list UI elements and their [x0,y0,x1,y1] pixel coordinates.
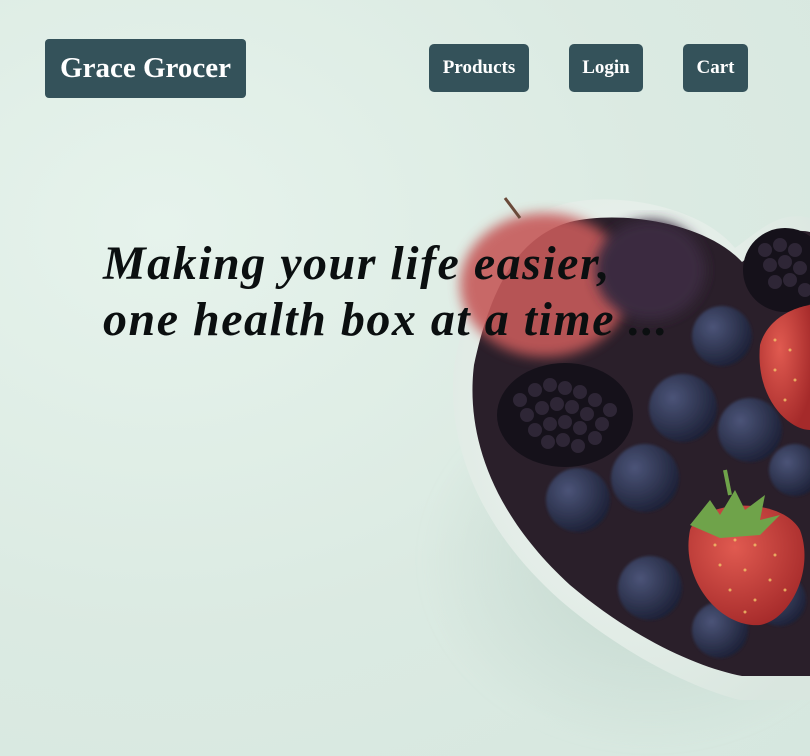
hero-tagline-line-1: Making your life easier, [103,237,612,290]
hero-tagline-line-2: one health box at a time ... [103,293,670,346]
nav-login-button[interactable]: Login [569,44,643,92]
hero-tagline: Making your life easier, one health box … [103,236,723,348]
nav-cart-button[interactable]: Cart [683,44,748,92]
hero-background [0,0,810,756]
nav-products-button[interactable]: Products [429,44,529,92]
brand-logo-button[interactable]: Grace Grocer [45,39,246,98]
